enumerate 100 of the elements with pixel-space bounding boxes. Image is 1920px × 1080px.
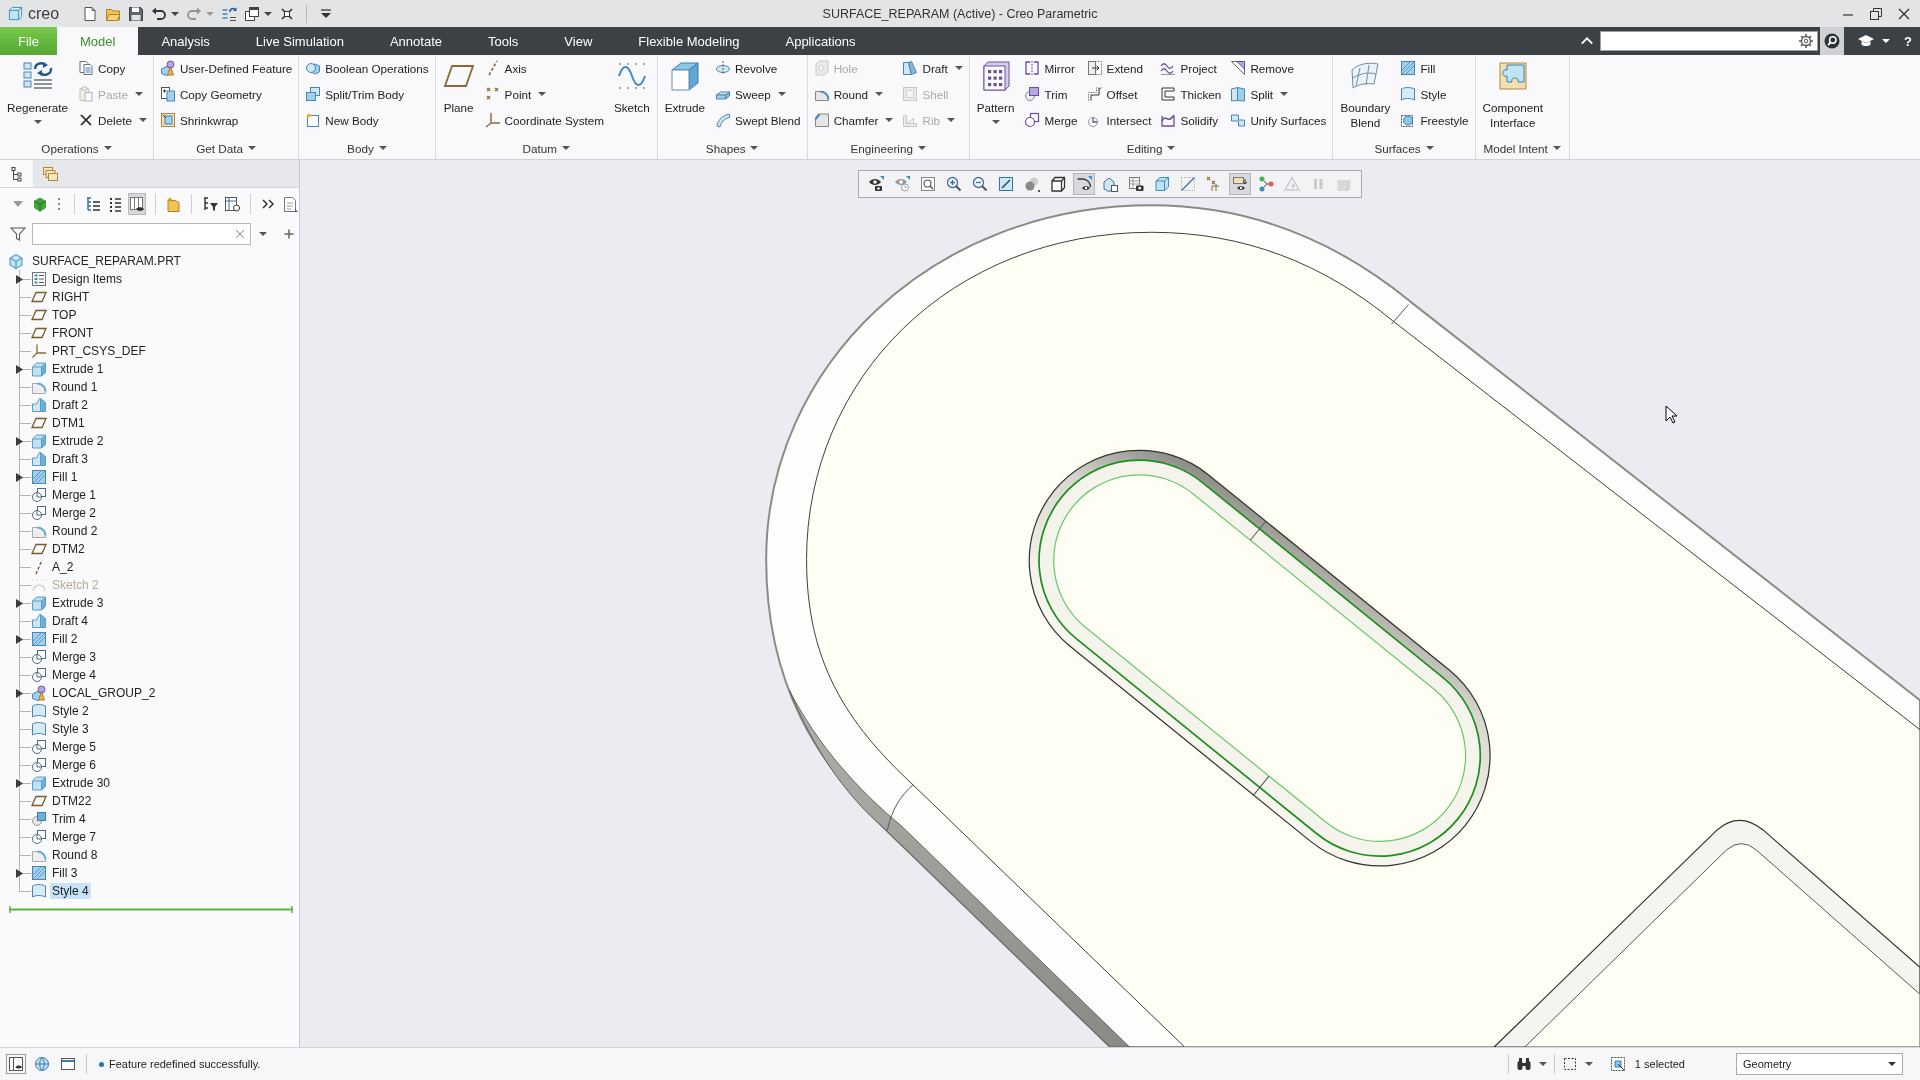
ribbon-button[interactable]: Copy Geometry <box>157 81 295 107</box>
tree-item[interactable]: Merge 1 <box>50 487 99 503</box>
ribbon-button[interactable]: Split <box>1228 81 1329 107</box>
ribbon-button[interactable]: Round <box>811 81 896 107</box>
expand-arrow-icon[interactable] <box>16 778 23 788</box>
ribbon-tab[interactable]: Applications <box>762 27 879 55</box>
expand-arrow-icon[interactable] <box>16 436 23 446</box>
expand-arrow-icon[interactable] <box>16 274 23 284</box>
ribbon-button[interactable]: Point <box>482 81 606 107</box>
ribbon-button[interactable]: Shrinkwrap <box>157 107 295 133</box>
expand-arrow-icon[interactable] <box>16 868 23 878</box>
globe-icon[interactable] <box>34 1056 50 1072</box>
group-menu-button[interactable]: Operations <box>37 137 116 159</box>
ribbon-button[interactable]: Intersect <box>1084 107 1154 133</box>
plus-icon[interactable] <box>283 228 295 240</box>
tree-item[interactable]: Extrude 3 <box>50 595 106 611</box>
box-eye-button[interactable] <box>1229 173 1251 195</box>
tree-root[interactable]: SURFACE_REPARAM.PRT <box>30 253 183 269</box>
group-menu-button[interactable]: Engineering <box>846 137 930 159</box>
ribbon-button[interactable]: Draft <box>900 55 965 81</box>
tree-item[interactable]: Draft 2 <box>50 397 90 413</box>
ribbon-button[interactable]: Plane <box>439 55 478 137</box>
tree-item[interactable]: Draft 4 <box>50 613 90 629</box>
tree-item[interactable]: Trim 4 <box>50 811 88 827</box>
tree-item[interactable]: PRT_CSYS_DEF <box>50 343 148 359</box>
tree-item[interactable]: Merge 4 <box>50 667 99 683</box>
ribbon-button[interactable]: Component Interface <box>1479 55 1546 137</box>
tree-item[interactable]: TOP <box>50 307 79 323</box>
ribbon-button[interactable]: Remove <box>1228 55 1329 81</box>
caret-icon[interactable] <box>259 232 267 236</box>
close-window-icon[interactable] <box>279 5 296 22</box>
tree-item[interactable]: Round 8 <box>50 847 100 863</box>
ribbon-button[interactable]: Mirror <box>1022 55 1080 81</box>
ribbon-button[interactable]: Offset <box>1084 81 1154 107</box>
ribbon-button[interactable]: New Body <box>303 107 431 133</box>
ribbon-button[interactable]: Extrude <box>661 55 708 137</box>
ribbon-button[interactable]: Swept Blend <box>713 107 803 133</box>
group-menu-button[interactable]: Shapes <box>701 137 763 159</box>
tree-item[interactable]: Fill 2 <box>50 631 80 647</box>
ribbon-button[interactable]: Sweep <box>713 81 803 107</box>
ribbon-button[interactable]: Copy <box>76 55 149 81</box>
tree-item[interactable]: DTM1 <box>50 415 87 431</box>
ribbon-button[interactable]: Solidify <box>1158 107 1224 133</box>
tree-item[interactable]: Fill 3 <box>50 865 80 881</box>
caret-icon[interactable] <box>1584 1062 1593 1066</box>
ribbon-button[interactable]: Freestyle <box>1398 107 1471 133</box>
tree-item[interactable]: Merge 2 <box>50 505 99 521</box>
clear-icon[interactable] <box>234 228 246 240</box>
tree-item[interactable]: Style 4 <box>50 883 91 899</box>
search-button[interactable] <box>1820 27 1845 55</box>
sidebar-window-icon[interactable] <box>8 1056 24 1072</box>
tree-item[interactable]: FRONT <box>50 325 96 341</box>
ribbon-button[interactable]: Boolean Operations <box>303 55 431 81</box>
blank-page-icon[interactable] <box>82 5 99 22</box>
tree-item[interactable]: Extrude 1 <box>50 361 106 377</box>
caret-icon[interactable] <box>1882 39 1891 43</box>
ribbon-tab[interactable]: View <box>541 27 616 55</box>
ribbon-button[interactable]: Unify Surfaces <box>1228 107 1329 133</box>
tree-item[interactable]: Round 2 <box>50 523 100 539</box>
window-icon[interactable] <box>60 1056 76 1072</box>
tree-item[interactable]: Round 1 <box>50 379 100 395</box>
ribbon-button[interactable]: Fill <box>1398 55 1471 81</box>
tree-item[interactable]: DTM2 <box>50 541 87 557</box>
ribbon-button[interactable]: Split/Trim Body <box>303 81 431 107</box>
tree-item[interactable]: Extrude 30 <box>50 775 113 791</box>
ribbon-button[interactable]: Sketch <box>611 55 653 137</box>
ribbon-tab[interactable]: Analysis <box>138 27 233 55</box>
ribbon-button[interactable]: Coordinate System <box>482 107 606 133</box>
list-arrows-icon[interactable] <box>221 5 238 22</box>
save-icon[interactable] <box>128 5 145 22</box>
ribbon-button[interactable]: Axis <box>482 55 606 81</box>
tree-item[interactable]: Style 3 <box>50 721 91 737</box>
dashed-box-icon[interactable] <box>1561 1056 1578 1072</box>
expand-arrow-icon[interactable] <box>16 598 23 608</box>
tree-item[interactable]: Style 2 <box>50 703 91 719</box>
ribbon-tab[interactable]: Annotate <box>366 27 465 55</box>
tree-item[interactable]: Fill 1 <box>50 469 80 485</box>
group-menu-button[interactable]: Model Intent <box>1479 137 1565 159</box>
model-tree-tab[interactable] <box>0 160 33 187</box>
ribbon-button[interactable]: Pattern <box>973 55 1018 137</box>
binoculars-icon[interactable] <box>1515 1056 1532 1072</box>
ribbon-button[interactable]: Boundary Blend <box>1337 55 1394 137</box>
windows-stack-icon[interactable] <box>244 5 261 22</box>
ribbon-button[interactable]: Extend <box>1084 55 1154 81</box>
ribbon-button[interactable]: Chamfer <box>811 107 896 133</box>
group-menu-button[interactable]: Body <box>343 137 391 159</box>
tree-item[interactable]: Merge 3 <box>50 649 99 665</box>
group-menu-button[interactable]: Surfaces <box>1370 137 1438 159</box>
caret-icon[interactable] <box>264 11 273 16</box>
columns-button[interactable] <box>127 193 146 215</box>
group-menu-button[interactable]: Editing <box>1122 137 1180 159</box>
ribbon-button[interactable]: Delete <box>76 107 149 133</box>
ribbon-button[interactable]: Revolve <box>713 55 803 81</box>
expand-arrow-icon[interactable] <box>16 634 23 644</box>
tree-item[interactable]: LOCAL_GROUP_2 <box>50 685 158 701</box>
ribbon-tab[interactable]: Tools <box>465 27 542 55</box>
tree-item[interactable]: DTM22 <box>50 793 94 809</box>
selected-box-icon[interactable] <box>1609 1056 1626 1072</box>
ribbon-button[interactable]: Thicken <box>1158 81 1224 107</box>
filter-icon[interactable] <box>10 226 26 242</box>
